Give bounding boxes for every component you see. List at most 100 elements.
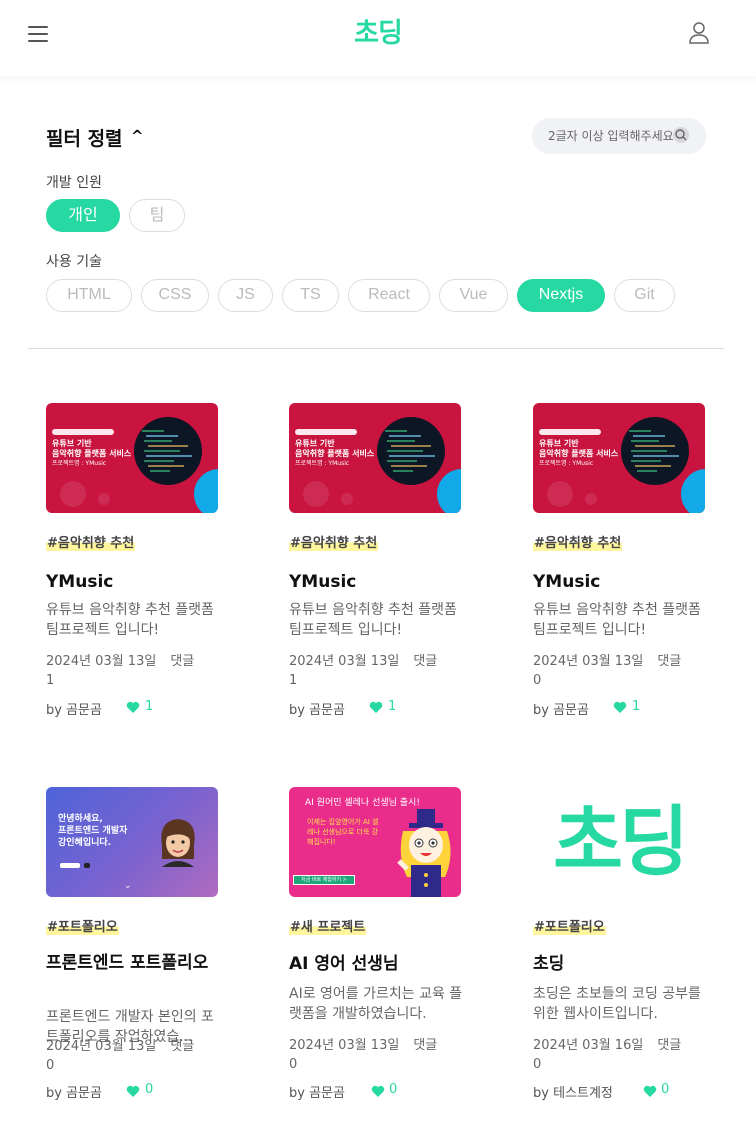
project-description: 유튜브 음악취향 추천 플랫폼 팀프로젝트 입니다! xyxy=(46,602,214,638)
thumb-code-circle xyxy=(134,417,202,485)
filter-collapse-toggle[interactable]: ^ xyxy=(131,127,144,145)
project-date: 2024년 03월 16일 xyxy=(533,1038,644,1053)
project-thumbnail[interactable]: 초딩 xyxy=(533,787,705,897)
project-description: 유튜브 음악취향 추천 플랫폼 팀프로젝트 입니다! xyxy=(533,602,701,638)
comments-label: 댓글 xyxy=(657,654,682,669)
top-header: 초딩 xyxy=(0,0,756,76)
project-thumbnail[interactable]: 안녕하세요, 프론트엔드 개발자 강인혜입니다. ⌄ xyxy=(46,787,218,897)
thumb-decoration xyxy=(681,469,705,513)
project-title[interactable]: YMusic xyxy=(46,571,222,594)
likes-count: 1 xyxy=(145,699,154,714)
project-thumbnail[interactable]: 유튜브 기반 음악취향 플랫폼 서비스 프로젝트명 : YMusic xyxy=(289,403,461,513)
thumb-text: 이제는 집앞영어가 AI 셀레나 선생님으로 더욱 강해집니다! xyxy=(307,818,379,846)
likes-count: 0 xyxy=(145,1082,154,1097)
chip-tech-js[interactable]: JS xyxy=(218,279,273,312)
project-thumbnail[interactable]: AI 원어민 셀레나 선생님 출시! 이제는 집앞영어가 AI 셀레나 선생님으… xyxy=(289,787,461,897)
user-icon[interactable] xyxy=(688,21,710,45)
project-meta: 2024년 03월 13일 댓글 1 xyxy=(46,652,222,690)
project-author: by 곰문곰 xyxy=(46,1086,102,1101)
thumb-badge xyxy=(539,429,601,435)
project-meta: 2024년 03월 13일 댓글 0 xyxy=(289,1036,465,1074)
thumb-decoration xyxy=(98,493,110,505)
thumb-decoration xyxy=(585,493,597,505)
comments-count: 0 xyxy=(533,673,542,688)
filter-title: 필터 정렬 xyxy=(46,128,123,150)
project-tag[interactable]: #음악취향 추천 xyxy=(46,532,136,551)
heart-icon[interactable] xyxy=(371,1085,385,1098)
project-date: 2024년 03월 13일 xyxy=(289,654,400,669)
project-meta: 2024년 03월 13일 댓글 1 xyxy=(289,652,465,690)
likes-count: 1 xyxy=(632,699,641,714)
project-title[interactable]: 초딩 xyxy=(533,953,709,976)
chip-tech-css[interactable]: CSS xyxy=(141,279,209,312)
project-tag[interactable]: #포트폴리오 xyxy=(46,916,119,935)
comments-label: 댓글 xyxy=(657,1038,682,1053)
project-thumbnail[interactable]: 유튜브 기반 음악취향 플랫폼 서비스 프로젝트명 : YMusic xyxy=(46,403,218,513)
thumb-decoration xyxy=(341,493,353,505)
chip-tech-ts[interactable]: TS xyxy=(282,279,339,312)
comments-label: 댓글 xyxy=(170,654,195,669)
comments-count: 0 xyxy=(289,1057,298,1072)
thumb-text: 유튜브 기반 음악취향 플랫폼 서비스 프로젝트명 : YMusic xyxy=(539,439,619,467)
comments-label: 댓글 xyxy=(413,1038,438,1053)
thumb-decoration xyxy=(84,863,90,868)
search-icon[interactable] xyxy=(672,126,690,144)
project-date: 2024년 03월 13일 xyxy=(533,654,644,669)
project-tag[interactable]: #음악취향 추천 xyxy=(533,532,623,551)
choding-logo: 초딩 xyxy=(553,797,689,886)
project-meta: 2024년 03월 13일 댓글 0 xyxy=(46,1037,222,1075)
thumb-decoration xyxy=(547,481,573,507)
chip-tech-html[interactable]: HTML xyxy=(46,279,132,312)
project-tag[interactable]: #포트폴리오 xyxy=(533,916,606,935)
chip-members-solo[interactable]: 개인 xyxy=(46,199,120,232)
likes-count: 0 xyxy=(661,1082,670,1097)
divider xyxy=(28,348,724,349)
thumb-cta-button: 지금 바로 체험하기 > xyxy=(293,875,355,885)
site-logo[interactable]: 초딩 xyxy=(345,14,411,54)
heart-icon[interactable] xyxy=(369,701,383,714)
thumb-badge xyxy=(295,429,357,435)
comments-label: 댓글 xyxy=(413,654,438,669)
project-title[interactable]: 프론트엔드 포트폴리오 xyxy=(46,952,220,975)
heart-icon[interactable] xyxy=(643,1085,657,1098)
hamburger-menu-icon[interactable] xyxy=(28,24,50,44)
thumb-decoration xyxy=(60,481,86,507)
chip-tech-react[interactable]: React xyxy=(348,279,430,312)
members-label: 개발 인원 xyxy=(46,175,102,191)
project-description: AI로 영어를 가르치는 교육 플랫폼을 개발하였습니다. xyxy=(289,986,463,1022)
comments-count: 0 xyxy=(533,1057,542,1072)
likes-count: 1 xyxy=(388,699,397,714)
project-meta: 2024년 03월 13일 댓글 0 xyxy=(533,652,709,690)
heart-icon[interactable] xyxy=(613,701,627,714)
heart-icon[interactable] xyxy=(126,1085,140,1098)
chip-tech-nextjs[interactable]: Nextjs xyxy=(517,279,605,312)
project-thumbnail[interactable]: 유튜브 기반 음악취향 플랫폼 서비스 프로젝트명 : YMusic xyxy=(533,403,705,513)
search-input[interactable] xyxy=(548,126,688,146)
thumb-code-circle xyxy=(377,417,445,485)
project-title[interactable]: YMusic xyxy=(533,571,709,594)
thumb-text: 유튜브 기반 음악취향 플랫폼 서비스 프로젝트명 : YMusic xyxy=(52,439,132,467)
chip-members-team[interactable]: 팀 xyxy=(129,199,185,232)
thumb-text: 유튜브 기반 음악취향 플랫폼 서비스 프로젝트명 : YMusic xyxy=(295,439,375,467)
thumb-decoration xyxy=(437,469,461,513)
project-tag[interactable]: #새 프로젝트 xyxy=(289,916,367,935)
thumb-text: 안녕하세요, 프론트엔드 개발자 강인혜입니다. xyxy=(58,814,128,848)
heart-icon[interactable] xyxy=(126,701,140,714)
thumb-badge xyxy=(52,429,114,435)
project-author: by 곰문곰 xyxy=(46,703,102,718)
chip-tech-vue[interactable]: Vue xyxy=(439,279,508,312)
project-date: 2024년 03월 13일 xyxy=(46,1039,157,1054)
thumb-button xyxy=(60,863,80,868)
project-date: 2024년 03월 13일 xyxy=(46,654,157,669)
project-author: by 곰문곰 xyxy=(289,1086,345,1101)
project-tag[interactable]: #음악취향 추천 xyxy=(289,532,379,551)
comments-count: 1 xyxy=(46,673,55,688)
likes-count: 0 xyxy=(389,1082,398,1097)
project-title[interactable]: AI 영어 선생님 xyxy=(289,953,465,976)
project-meta: 2024년 03월 16일 댓글 0 xyxy=(533,1036,709,1074)
project-title[interactable]: YMusic xyxy=(289,571,465,594)
project-author: by 곰문곰 xyxy=(289,703,345,718)
project-author: by 테스트계정 xyxy=(533,1086,613,1101)
chip-tech-git[interactable]: Git xyxy=(614,279,675,312)
comments-count: 0 xyxy=(46,1058,55,1073)
